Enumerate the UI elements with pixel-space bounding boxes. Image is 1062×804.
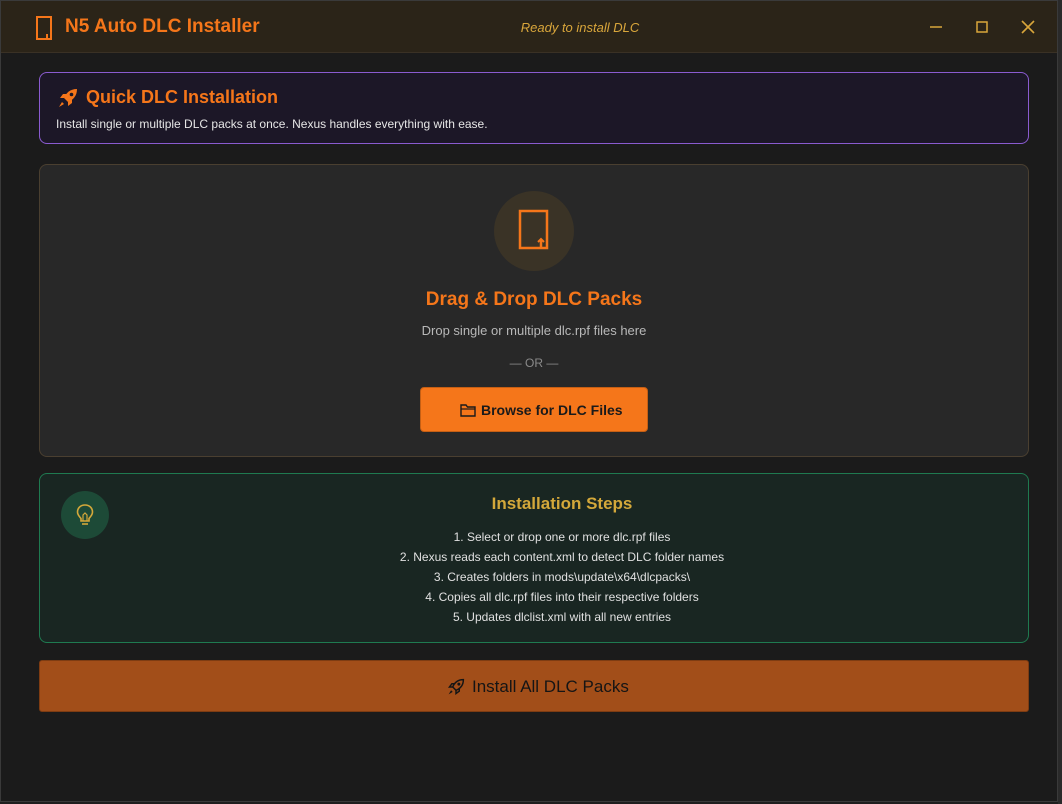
installation-steps: Installation Steps 1. Select or drop one…	[39, 473, 1029, 643]
app-title: N5 Auto DLC Installer	[65, 16, 260, 37]
or-divider: — OR —	[509, 356, 559, 370]
close-button[interactable]	[1012, 11, 1044, 43]
quick-subtitle: Install single or multiple DLC packs at …	[56, 117, 488, 131]
maximize-icon	[976, 21, 988, 33]
steps-list: 1. Select or drop one or more dlc.rpf fi…	[40, 527, 1028, 627]
close-icon	[1021, 20, 1035, 34]
steps-title: Installation Steps	[491, 494, 633, 513]
quick-title: Quick DLC Installation	[86, 87, 279, 107]
drop-title: Drag & Drop DLC Packs	[425, 289, 643, 310]
drop-icon-circle	[494, 191, 574, 271]
minimize-icon	[930, 26, 942, 28]
maximize-button[interactable]	[966, 11, 998, 43]
app-window: N5 Auto DLC Installer Ready to install D…	[0, 0, 1058, 802]
folder-icon	[460, 404, 476, 417]
browse-label: Browse for DLC Files	[481, 402, 623, 418]
rocket-icon	[447, 678, 465, 696]
title-bar[interactable]: N5 Auto DLC Installer Ready to install D…	[1, 1, 1057, 53]
drop-subtitle: Drop single or multiple dlc.rpf files he…	[421, 323, 647, 338]
status-text: Ready to install DLC	[520, 20, 640, 35]
quick-install-banner: Quick DLC Installation Install single or…	[39, 72, 1029, 144]
file-icon	[518, 209, 549, 250]
background-edge	[1058, 0, 1062, 804]
browse-button[interactable]: Browse for DLC Files	[420, 387, 648, 432]
file-icon	[36, 16, 52, 40]
step-item: 5. Updates dlclist.xml with all new entr…	[452, 610, 672, 624]
step-item: 2. Nexus reads each content.xml to detec…	[399, 550, 725, 564]
step-item: 1. Select or drop one or more dlc.rpf fi…	[453, 530, 671, 544]
minimize-button[interactable]	[920, 11, 952, 43]
rocket-icon	[59, 89, 77, 107]
step-item: 4. Copies all dlc.rpf files into their r…	[425, 590, 699, 604]
drop-zone[interactable]: Drag & Drop DLC Packs Drop single or mul…	[39, 164, 1029, 457]
install-all-button[interactable]: Install All DLC Packs	[39, 660, 1029, 712]
install-label: Install All DLC Packs	[472, 677, 629, 696]
step-item: 3. Creates folders in mods\update\x64\dl…	[433, 570, 691, 584]
